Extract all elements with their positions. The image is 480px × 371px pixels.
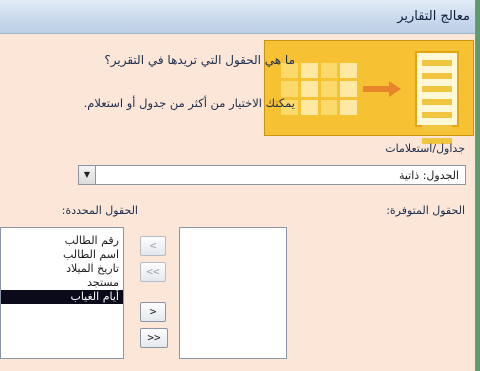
wizard-question: ما هي الحقول التي تريدها في التقرير؟ — [104, 53, 295, 67]
report-document-icon — [415, 51, 459, 144]
report-wizard-dialog: معالج التقارير ما هي الحقول التي تريدها … — [0, 0, 476, 371]
available-fields-label: الحقول المتوفرة: — [386, 204, 465, 217]
report-wizard-illustration-icon — [264, 40, 474, 144]
selected-fields-label: الحقول المحددة: — [61, 204, 138, 217]
selected-fields-list[interactable]: رقم الطالب اسم الطالب تاريخ الميلاد مستج… — [0, 227, 124, 359]
wizard-hint: يمكنك الاختيار من أكثر من جدول أو استعلا… — [83, 96, 295, 110]
remove-all-fields-button[interactable]: >> — [140, 328, 168, 348]
title-bar[interactable]: معالج التقارير — [0, 0, 475, 34]
tables-queries-value: الجدول: ذاتية — [398, 169, 459, 182]
list-item[interactable]: اسم الطالب — [1, 248, 123, 262]
tables-queries-select[interactable]: الجدول: ذاتية ▼ — [78, 165, 466, 185]
tables-queries-label: جداول/استعلامات — [385, 142, 465, 155]
arrow-right-icon — [363, 81, 401, 97]
add-all-fields-button[interactable]: << — [140, 262, 166, 282]
add-field-button[interactable]: < — [140, 236, 166, 256]
window-title: معالج التقارير — [397, 9, 470, 24]
list-item[interactable]: رقم الطالب — [1, 234, 123, 248]
chevron-down-icon[interactable]: ▼ — [79, 166, 96, 184]
list-item-selected[interactable]: أيام الغياب — [1, 290, 123, 304]
list-item[interactable]: تاريخ الميلاد — [1, 262, 123, 276]
list-item[interactable]: مستجد — [1, 276, 123, 290]
available-fields-list[interactable] — [179, 227, 287, 359]
remove-field-button[interactable]: > — [140, 302, 166, 322]
